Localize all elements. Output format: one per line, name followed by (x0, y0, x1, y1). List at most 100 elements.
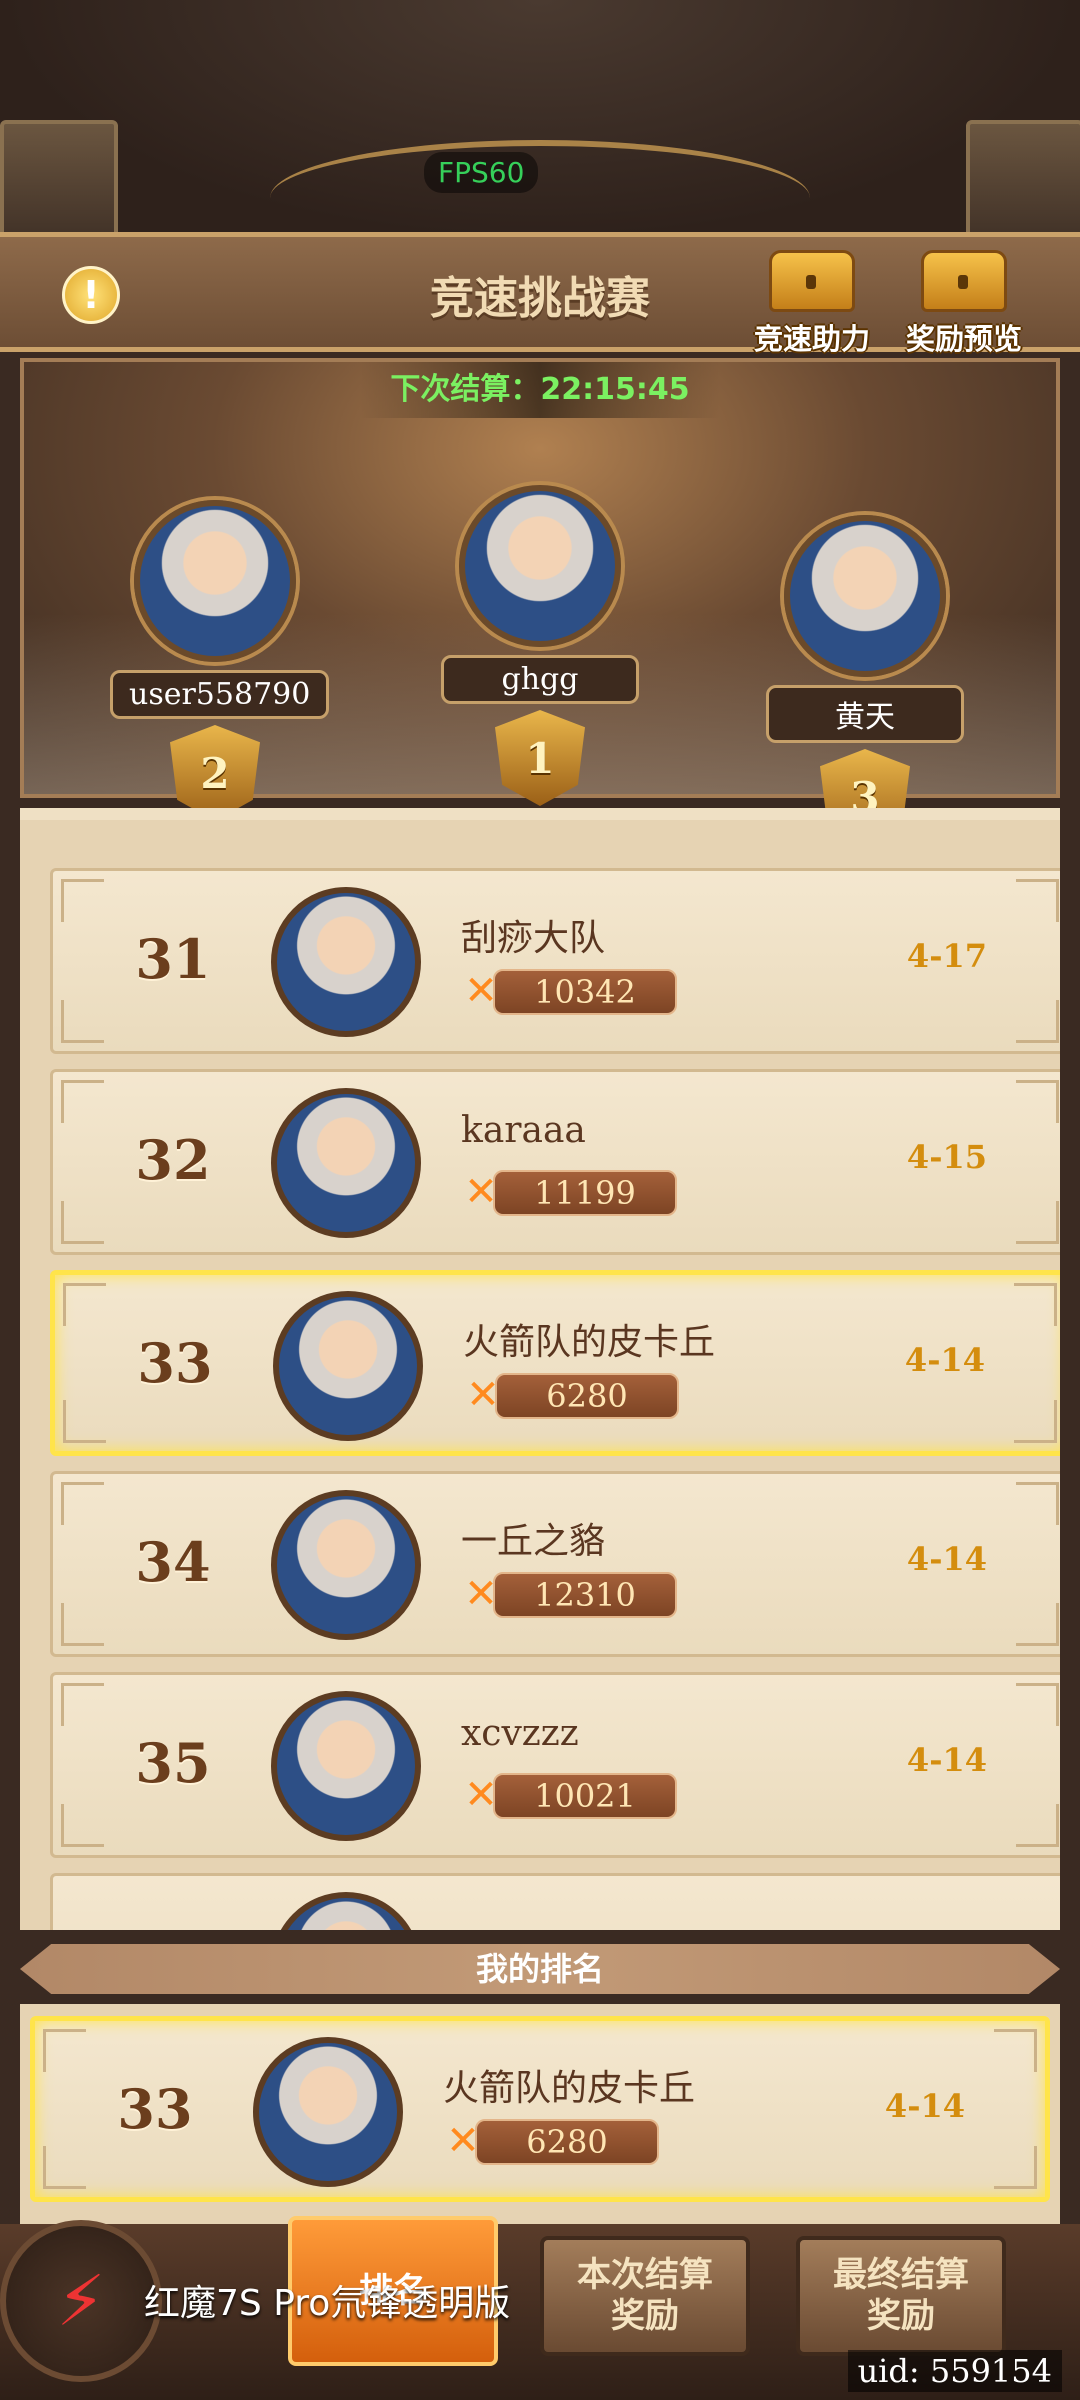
settlement-countdown: 下次结算：22:15:45 (360, 362, 720, 418)
rank-badge: 2 (170, 725, 260, 821)
rank-badge: 1 (495, 710, 585, 806)
power-value: 12310 (493, 1572, 677, 1618)
info-button[interactable]: ! (62, 266, 120, 324)
rank-number: 33 (117, 2077, 193, 2141)
podium-third[interactable]: 黄天 3 (760, 515, 970, 845)
corner-ornament (43, 2146, 86, 2189)
tab-current-reward-label: 本次结算 奖励 (577, 2255, 713, 2337)
rank-number: 35 (135, 1731, 211, 1795)
avatar[interactable] (253, 2037, 403, 2187)
podium-second[interactable]: user558790 2 (110, 500, 330, 821)
corner-ornament (1016, 1000, 1059, 1043)
avatar (784, 515, 946, 677)
tab-current-reward[interactable]: 本次结算 奖励 (540, 2236, 750, 2356)
stage-progress: 4-15 (906, 1138, 987, 1176)
ranking-row[interactable]: 35 xcvzzz 10021 ✕ 4-14 (50, 1672, 1060, 1858)
rank-number: 32 (135, 1128, 211, 1192)
reward-preview-button[interactable]: 奖励预览 (894, 250, 1034, 356)
crossed-swords-icon: ✕ (464, 1169, 498, 1215)
tab-final-reward-label: 最终结算 奖励 (833, 2255, 969, 2337)
corner-ornament (63, 1400, 106, 1443)
player-name: karaaa (461, 1110, 586, 1151)
tab-label-line: 本次结算 (577, 2255, 713, 2296)
corner-ornament (61, 1080, 104, 1123)
power-value: 6280 (495, 1373, 679, 1419)
crossed-swords-icon: ✕ (464, 1772, 498, 1818)
corner-ornament (1016, 1804, 1059, 1847)
speed-boost-button[interactable]: 竞速助力 (742, 250, 882, 356)
podium-name: ghgg (441, 655, 639, 704)
player-name: xcvzzz (461, 1713, 579, 1754)
ranking-row[interactable]: 34 一丘之貉 12310 ✕ 4-14 (50, 1471, 1060, 1657)
power-value: 10021 (493, 1773, 677, 1819)
my-rank-header: 我的排名 (20, 1944, 1060, 1994)
corner-ornament (61, 1683, 104, 1726)
ranking-row-partial[interactable] (50, 1873, 1060, 1930)
corner-ornament (61, 879, 104, 922)
avatar[interactable] (271, 1490, 421, 1640)
ranking-row-self[interactable]: 33 火箭队的皮卡丘 6280 ✕ 4-14 (50, 1270, 1060, 1456)
ranking-row[interactable]: 31 刮痧大队 10342 ✕ 4-17 (50, 868, 1060, 1054)
stage-progress: 4-14 (906, 1540, 987, 1578)
corner-ornament (61, 1603, 104, 1646)
avatar[interactable] (271, 1088, 421, 1238)
treasure-chest-icon (769, 250, 855, 312)
power-value: 10342 (493, 969, 677, 1015)
speed-boost-label: 竞速助力 (753, 322, 870, 356)
stage-progress: 4-14 (884, 2087, 965, 2125)
avatar[interactable] (273, 1291, 423, 1441)
corner-ornament (1016, 1482, 1059, 1525)
avatar[interactable] (271, 887, 421, 1037)
corner-ornament (1014, 1400, 1057, 1443)
user-id-label: uid: 559154 (847, 2350, 1062, 2392)
corner-ornament (994, 2029, 1037, 2072)
crossed-swords-icon: ✕ (446, 2118, 480, 2164)
fps-counter: FPS60 (424, 152, 539, 193)
crossed-swords-icon: ✕ (464, 968, 498, 1014)
ranking-list[interactable]: 31 刮痧大队 10342 ✕ 4-17 32 karaaa 11199 ✕ 4… (20, 820, 1060, 1930)
corner-ornament (1016, 1603, 1059, 1646)
corner-ornament (994, 2146, 1037, 2189)
corner-ornament (1016, 879, 1059, 922)
podium-name: 黄天 (766, 685, 964, 743)
corner-ornament (63, 1283, 106, 1326)
corner-ornament (61, 1000, 104, 1043)
corner-ornament (61, 1482, 104, 1525)
avatar (271, 1892, 421, 1930)
exclamation-icon: ! (82, 273, 100, 317)
tab-label-line: 最终结算 (833, 2255, 969, 2296)
corner-ornament (1016, 1683, 1059, 1726)
ranking-row[interactable]: 32 karaaa 11199 ✕ 4-15 (50, 1069, 1060, 1255)
stage-progress: 4-14 (904, 1341, 985, 1379)
corner-ornament (43, 2029, 86, 2072)
my-rank-row[interactable]: 33 火箭队的皮卡丘 6280 ✕ 4-14 (30, 2016, 1050, 2202)
crossed-swords-icon: ✕ (464, 1571, 498, 1617)
rank-number: 31 (135, 927, 211, 991)
corner-ornament (1016, 1080, 1059, 1123)
corner-ornament (1016, 1201, 1059, 1244)
avatar[interactable] (271, 1691, 421, 1841)
player-name: 一丘之貉 (461, 1521, 606, 1562)
podium-first[interactable]: ghgg 1 (430, 485, 650, 806)
tab-final-reward[interactable]: 最终结算 奖励 (796, 2236, 1006, 2356)
rank-number: 33 (137, 1331, 213, 1395)
power-value: 11199 (493, 1170, 677, 1216)
right-pillar (966, 120, 1080, 248)
red-magic-logo-icon: ⚡ (0, 2220, 162, 2382)
corner-ornament (61, 1804, 104, 1847)
left-pillar (0, 120, 118, 248)
power-value: 6280 (475, 2119, 659, 2165)
device-watermark: 红魔7S Pro氘锋透明版 (144, 2283, 511, 2324)
stage-progress: 4-17 (906, 937, 987, 975)
reward-preview-label: 奖励预览 (905, 322, 1022, 356)
crossed-swords-icon: ✕ (466, 1372, 500, 1418)
tab-label-line: 奖励 (611, 2296, 679, 2336)
treasure-chest-icon (921, 250, 1007, 312)
corner-ornament (61, 1201, 104, 1244)
player-name: 火箭队的皮卡丘 (463, 1322, 716, 1363)
tab-label-line: 奖励 (867, 2296, 935, 2336)
stage-progress: 4-14 (906, 1741, 987, 1779)
player-name: 刮痧大队 (461, 918, 606, 959)
podium-name: user558790 (110, 670, 330, 719)
avatar (459, 485, 621, 647)
